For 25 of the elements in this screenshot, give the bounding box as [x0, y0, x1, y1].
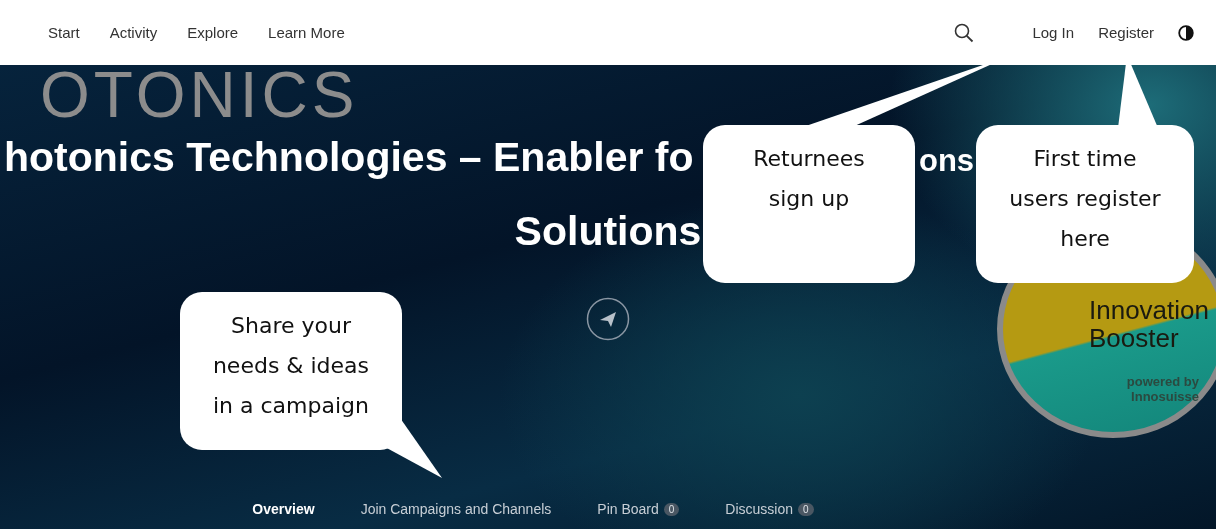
account-link[interactable]: Register — [1098, 24, 1154, 41]
nav-link[interactable]: Start — [48, 24, 80, 41]
badge-title: Booster — [1089, 324, 1179, 352]
search-icon[interactable] — [954, 22, 975, 43]
count-badge: 0 — [663, 502, 680, 516]
send-icon[interactable] — [586, 297, 630, 341]
tab[interactable]: Overview — [252, 497, 315, 521]
badge-caption: Innosuisse — [1131, 389, 1199, 404]
tab[interactable]: Join Campaigns and Channels — [360, 497, 552, 521]
nav-link[interactable]: Explore — [187, 24, 239, 41]
count-badge: 0 — [798, 502, 814, 516]
badge-caption: powered by — [1126, 374, 1199, 389]
banner-logo-text: OTONICS — [40, 65, 359, 125]
contrast-icon[interactable] — [1178, 24, 1194, 41]
tab[interactable]: Discussion 0 — [725, 497, 814, 521]
nav-link[interactable]: Activity — [109, 24, 158, 41]
nav-link[interactable]: Learn More — [268, 24, 345, 41]
account-link[interactable]: Log In — [1032, 24, 1075, 41]
page-title-fragment: ons — [919, 142, 975, 180]
tab[interactable]: Pin Board 0 — [597, 497, 680, 521]
page-title: hotonics Technologies – Enabler fo — [4, 133, 695, 182]
callout-text: First time users register here — [976, 125, 1194, 283]
callout-text: Share your needs & ideas in a campaign — [180, 292, 402, 450]
badge-title: Innovation — [1089, 296, 1209, 324]
page-title: Solutions — [514, 207, 702, 256]
